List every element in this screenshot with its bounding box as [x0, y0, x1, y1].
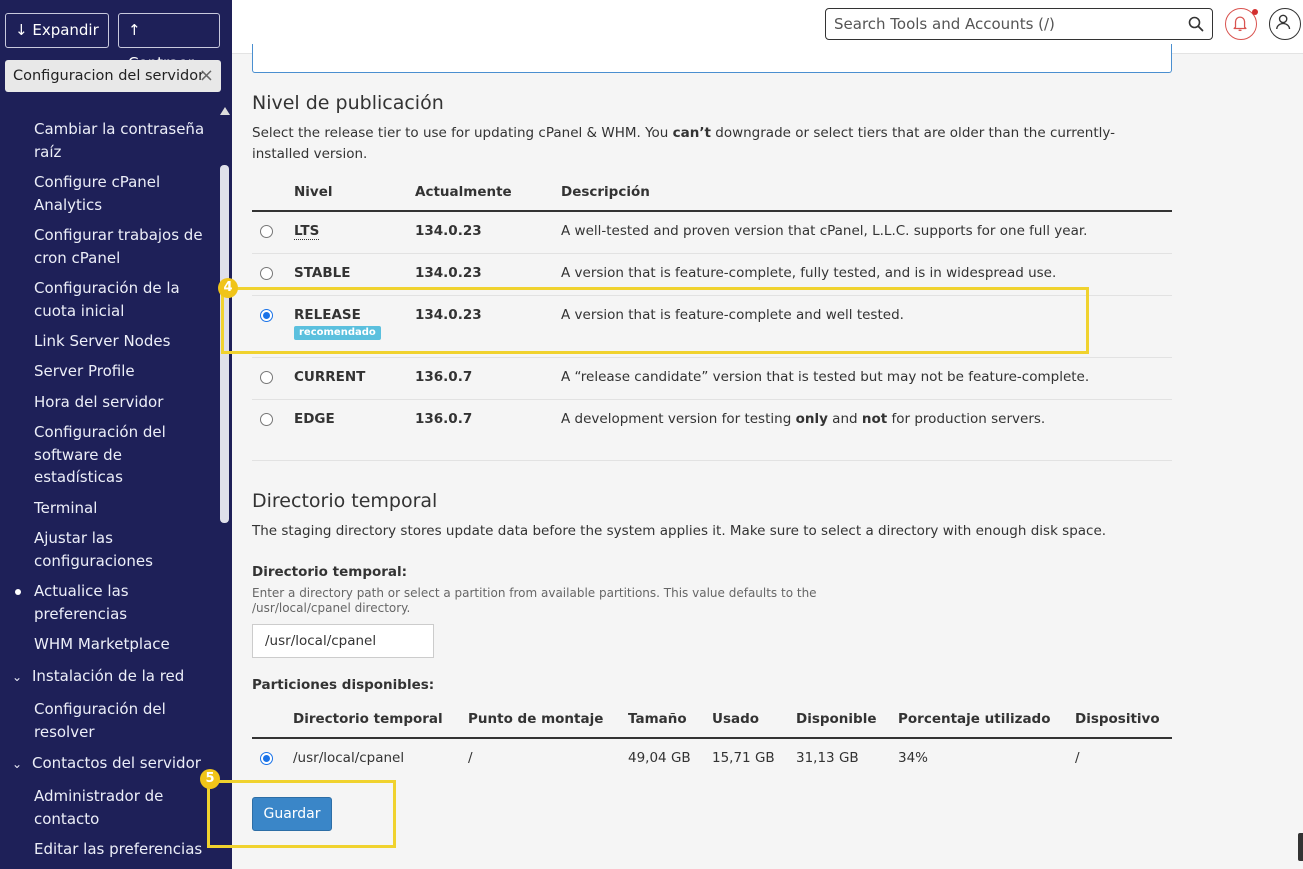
sidebar-item-update-preferences[interactable]: Actualice las preferencias [34, 580, 212, 625]
sidebar-item-stats-software[interactable]: Configuración del software de estadístic… [34, 421, 212, 489]
expand-button[interactable]: ↓ Expandir [5, 13, 109, 48]
sidebar-group-label: Contactos del servidor [32, 754, 201, 772]
tier-radio-current[interactable] [260, 370, 273, 384]
tier-desc: A well-tested and proven version that cP… [561, 211, 1172, 254]
tier-version: 136.0.7 [415, 410, 473, 427]
sidebar-item-whm-marketplace[interactable]: WHM Marketplace [34, 633, 212, 656]
partitions-table: Directorio temporal Punto de montaje Tam… [252, 701, 1172, 778]
previous-section-box [252, 44, 1172, 73]
chevron-down-icon: ⌄ [12, 670, 23, 684]
search-tools-box [825, 8, 1213, 40]
release-tier-description: Select the release tier to use for updat… [252, 125, 1116, 162]
tier-radio-stable[interactable] [260, 266, 273, 280]
bell-icon [1233, 16, 1247, 32]
notification-dot [1252, 9, 1258, 15]
collapse-button[interactable]: ↑ Contraer [118, 13, 220, 72]
active-item-bullet [15, 589, 21, 595]
sidebar-item-server-time[interactable]: Hora del servidor [34, 391, 212, 414]
sidebar-item-link-server-nodes[interactable]: Link Server Nodes [34, 330, 212, 353]
sidebar-item-server-profile[interactable]: Server Profile [34, 360, 212, 383]
chevron-down-icon: ⌄ [12, 757, 23, 771]
col-description: Descripción [561, 174, 1172, 212]
staging-field-label: Directorio temporal: [252, 564, 408, 580]
table-row[interactable]: LTS 134.0.23 A well-tested and proven ve… [252, 211, 1172, 254]
tier-radio-lts[interactable] [260, 225, 273, 238]
release-tier-title: Nivel de publicación [252, 92, 444, 114]
search-tools-input[interactable] [826, 9, 1166, 39]
scroll-up-arrow-icon[interactable] [220, 107, 230, 115]
staging-title: Directorio temporal [252, 490, 438, 512]
sidebar-item-initial-quota[interactable]: Configuración de la cuota inicial [34, 277, 212, 322]
col-select [252, 174, 294, 212]
user-icon [1276, 14, 1291, 30]
sidebar-search-input[interactable]: Configuracion del servidor × [5, 60, 221, 92]
col-available: Disponible [796, 701, 898, 739]
partitions-label: Particiones disponibles: [252, 677, 435, 693]
sidebar-group-network-setup[interactable]: ⌄ Instalación de la red [12, 665, 212, 688]
sidebar-group-server-contacts[interactable]: ⌄ Contactos del servidor [12, 752, 212, 775]
tier-name: EDGE [294, 410, 335, 427]
sidebar-item-contact-manager[interactable]: Administrador de contacto [34, 785, 212, 830]
annotation-step-5: 5 [200, 769, 220, 789]
annotation-highlight-4 [221, 287, 1089, 354]
sidebar-item-cpanel-analytics[interactable]: Configure cPanel Analytics [34, 171, 212, 216]
sidebar-group-label: Instalación de la red [32, 667, 185, 685]
tier-version: 136.0.7 [415, 357, 561, 400]
section-divider [252, 460, 1172, 461]
clear-search-icon[interactable]: × [199, 60, 214, 92]
sidebar-nav: Cambiar la contraseña raíz Configure cPa… [0, 104, 217, 869]
col-size: Tamaño [628, 701, 712, 739]
tier-version: 134.0.23 [415, 211, 561, 254]
partition-mount: / [468, 750, 473, 766]
table-row[interactable]: EDGE 136.0.7 A development version for t… [252, 399, 1172, 441]
tier-name: CURRENT [294, 357, 415, 400]
sidebar-item-resolver-config[interactable]: Configuración del resolver [34, 698, 212, 743]
sidebar: ↓ Expandir ↑ Contraer Configuracion del … [0, 0, 232, 869]
col-percent-used: Porcentaje utilizado [898, 701, 1075, 739]
staging-directory-input[interactable] [252, 624, 434, 658]
partition-device: / [1075, 750, 1080, 766]
col-staging-dir: Directorio temporal [293, 701, 468, 739]
sidebar-item-tweak-settings[interactable]: Ajustar las configuraciones [34, 527, 212, 572]
partition-available: 31,13 GB [796, 750, 859, 766]
tier-radio-edge[interactable] [260, 412, 273, 426]
annotation-highlight-5 [207, 780, 396, 848]
tier-desc: A “release candidate” version that is te… [561, 357, 1172, 400]
sidebar-item-edit-preferences[interactable]: Editar las preferencias [34, 838, 212, 861]
partition-dir: /usr/local/cpanel [293, 750, 405, 766]
partition-radio[interactable] [260, 752, 273, 765]
tier-desc: A development version for testing only a… [561, 410, 1046, 427]
user-menu-button[interactable] [1269, 8, 1301, 40]
col-mount-point: Punto de montaje [468, 701, 628, 739]
main-content: Nivel de publicación Select the release … [200, 44, 1303, 869]
table-row[interactable]: CURRENT 136.0.7 A “release candidate” ve… [252, 357, 1172, 400]
col-tier: Nivel [294, 174, 415, 212]
col-select [252, 701, 293, 739]
staging-field-help: Enter a directory path or select a parti… [252, 586, 817, 615]
partition-used: 15,71 GB [712, 750, 775, 766]
feedback-tab[interactable] [1298, 833, 1303, 861]
partition-size: 49,04 GB [628, 750, 691, 766]
col-used: Usado [712, 701, 796, 739]
sidebar-item-terminal[interactable]: Terminal [34, 497, 212, 520]
col-current: Actualmente [415, 174, 561, 212]
partition-percent: 34% [898, 750, 929, 766]
col-device: Dispositivo [1075, 701, 1172, 739]
tier-name: LTS [294, 223, 320, 240]
sidebar-item-change-root-password[interactable]: Cambiar la contraseña raíz [34, 118, 212, 163]
table-row[interactable]: /usr/local/cpanel / 49,04 GB 15,71 GB 31… [252, 738, 1172, 778]
staging-description: The staging directory stores update data… [252, 523, 1107, 539]
annotation-step-4: 4 [218, 278, 238, 298]
search-icon[interactable] [1188, 16, 1204, 32]
sidebar-item-cron-jobs[interactable]: Configurar trabajos de cron cPanel [34, 224, 212, 269]
sidebar-search-value: Configuracion del servidor [13, 68, 205, 84]
